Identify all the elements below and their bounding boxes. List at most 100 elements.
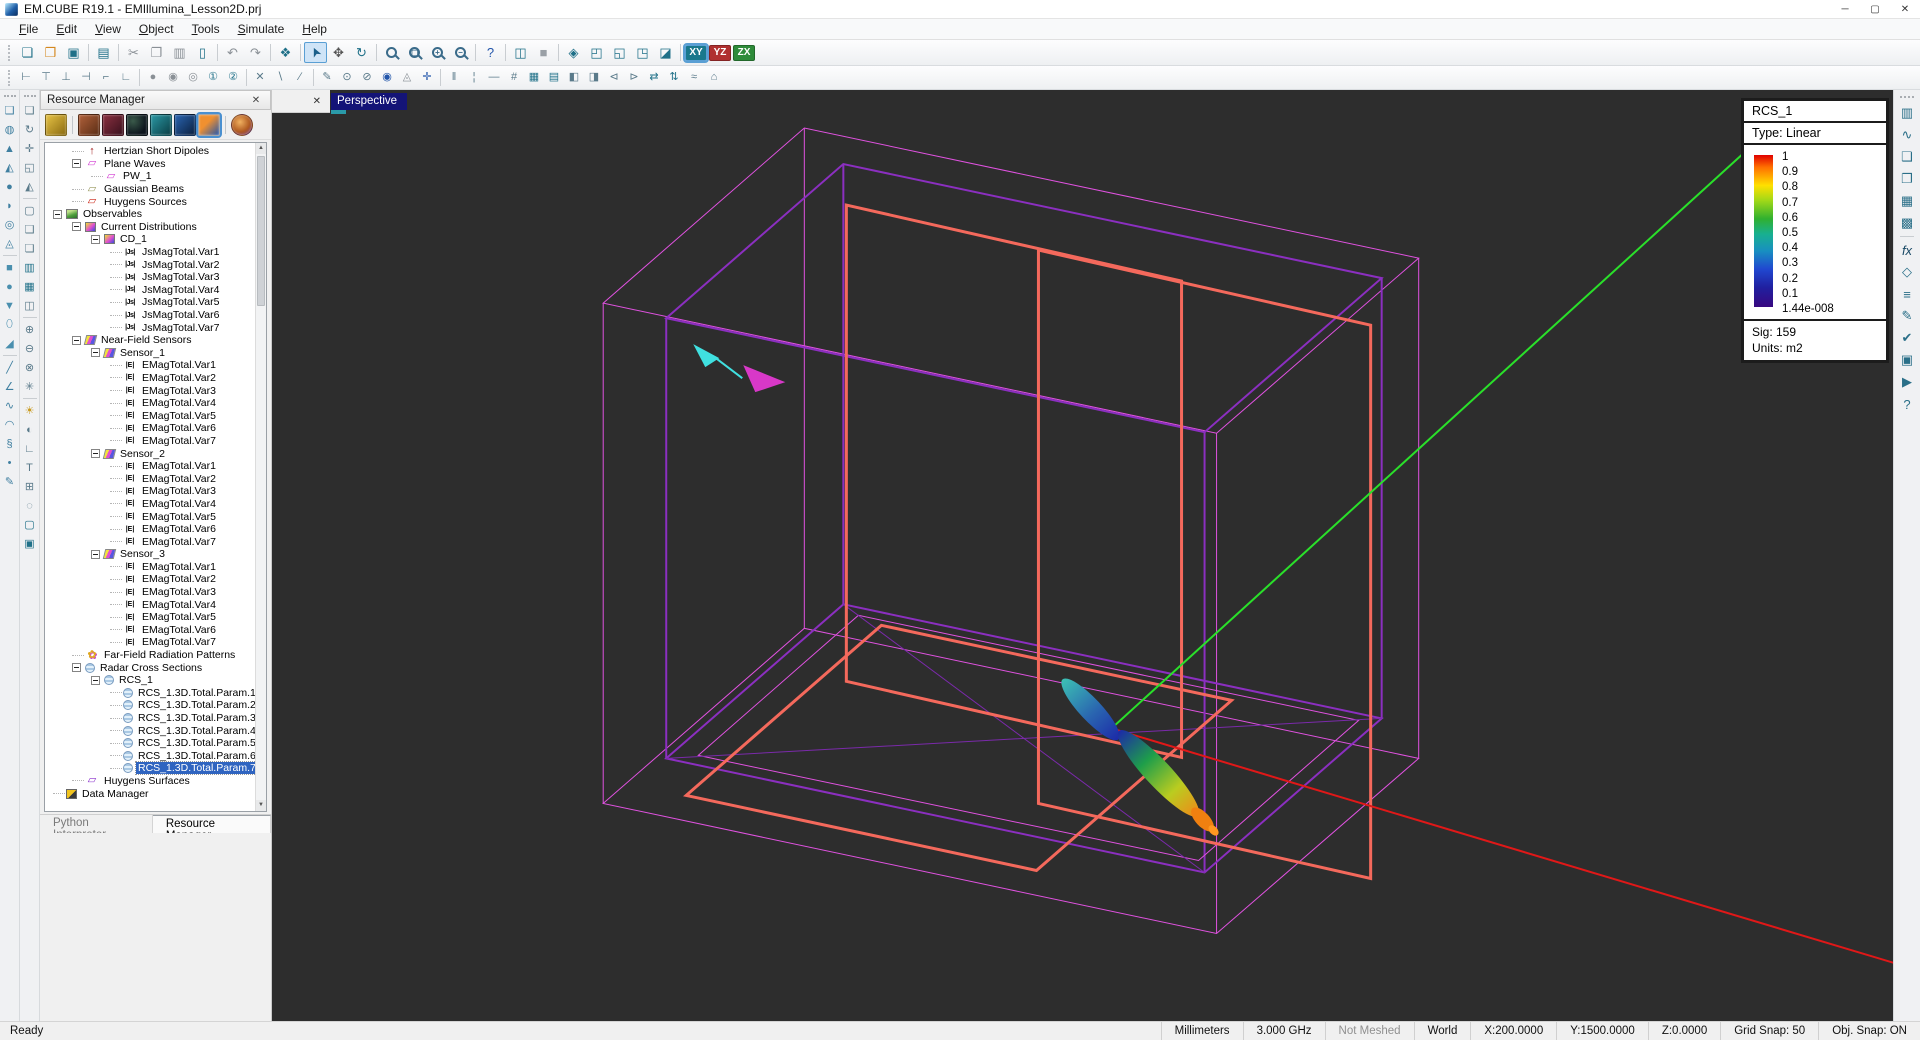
tree-item[interactable]: EMagTotal.Var7 xyxy=(45,535,255,548)
module-cubecad[interactable] xyxy=(150,114,172,136)
expander-minus-icon[interactable] xyxy=(72,222,81,231)
zx-plane-button[interactable]: ZX xyxy=(733,45,755,61)
shaded-mode-button[interactable]: ▣ xyxy=(21,534,39,553)
cut-button[interactable]: ✂ xyxy=(122,42,145,63)
tree-item[interactable]: PW_1 xyxy=(45,170,255,183)
module-propagation[interactable] xyxy=(78,114,100,136)
python-script-button[interactable]: ≡ xyxy=(1896,283,1918,305)
print-button[interactable]: ▤ xyxy=(92,42,115,63)
open-project-button[interactable]: ❒ xyxy=(39,42,62,63)
resource-manager-header[interactable]: Resource Manager ✕ xyxy=(40,90,271,110)
tree-item[interactable]: EMagTotal.Var7 xyxy=(45,636,255,649)
perspective-view-tab[interactable]: Perspective xyxy=(331,93,407,110)
viewport[interactable]: ✕ Perspective RCS_1 Type: Linear 10.90.8… xyxy=(272,90,1893,1021)
tree-item[interactable]: Gaussian Beams xyxy=(45,183,255,196)
parametric-sweep-button[interactable]: ◇ xyxy=(1896,261,1918,283)
xy-plane-button[interactable]: XY xyxy=(685,45,707,61)
view-side-button[interactable]: ◳ xyxy=(631,42,654,63)
draw-sphere-tool[interactable]: ● xyxy=(1,177,19,196)
tree-item[interactable]: Huygens Surfaces xyxy=(45,775,255,788)
module-fdtd[interactable] xyxy=(45,114,67,136)
annotate-button[interactable]: T xyxy=(21,458,39,477)
expander-minus-icon[interactable] xyxy=(91,235,100,244)
toolbar-grip[interactable] xyxy=(24,95,36,97)
tree-item[interactable]: EMagTotal.Var1 xyxy=(45,359,255,372)
draw-curve-tool[interactable]: ∿ xyxy=(1,396,19,415)
status-grid-snap-50[interactable]: Grid Snap: 50 xyxy=(1720,1022,1818,1040)
distance-h-button[interactable]: ‖ xyxy=(444,68,464,87)
ruler-button[interactable]: ― xyxy=(484,68,504,87)
swap-h-button[interactable]: ⇄ xyxy=(644,68,664,87)
maximize-button[interactable]: ▢ xyxy=(1860,0,1890,18)
expander-minus-icon[interactable] xyxy=(91,676,100,685)
draw-teardrop-tool[interactable]: ▼ xyxy=(1,296,19,315)
hide-object-button[interactable]: ◌ xyxy=(21,496,39,515)
cone-marker-button[interactable]: ◬ xyxy=(397,68,417,87)
table-view-button[interactable]: ▤ xyxy=(544,68,564,87)
align-top-button[interactable]: ⌐ xyxy=(96,68,116,87)
tree-item[interactable]: EMagTotal.Var6 xyxy=(45,422,255,435)
yz-plane-button[interactable]: YZ xyxy=(709,45,731,61)
redo-button[interactable]: ↷ xyxy=(244,42,267,63)
tree-item[interactable]: EMagTotal.Var2 xyxy=(45,372,255,385)
mirror-object-button[interactable]: ◭ xyxy=(21,177,39,196)
draw-torus-tool[interactable]: ◎ xyxy=(1,215,19,234)
tree-item[interactable]: RCS_1.3D.Total.Param.1 xyxy=(45,687,255,700)
merge-button[interactable]: ∕ xyxy=(290,68,310,87)
export-part-button[interactable]: ❏ xyxy=(21,101,39,120)
panel-left-button[interactable]: ◧ xyxy=(564,68,584,87)
save-button[interactable]: ▣ xyxy=(62,42,85,63)
tree-item[interactable]: Sensor_1 xyxy=(45,347,255,360)
viewport-2-button[interactable]: ② xyxy=(223,68,243,87)
menu-file[interactable]: File xyxy=(10,20,47,38)
project-notes-button[interactable]: ❖ xyxy=(274,42,297,63)
measure-angle-button[interactable]: ∟ xyxy=(21,439,39,458)
orbit-tool-button[interactable]: ↻ xyxy=(350,42,373,63)
boolean-subtract-button[interactable]: ⊖ xyxy=(21,339,39,358)
module-physical-optics[interactable] xyxy=(126,114,148,136)
tab-python-interpreter[interactable]: Python Interpreter xyxy=(40,815,153,833)
tree-item[interactable]: Plane Waves xyxy=(45,158,255,171)
output-functions-button[interactable]: fx xyxy=(1896,239,1918,261)
status-obj-snap-on[interactable]: Obj. Snap: ON xyxy=(1818,1022,1920,1040)
delete-button[interactable]: ▯ xyxy=(191,42,214,63)
tree-item[interactable]: EMagTotal.Var6 xyxy=(45,523,255,536)
home-view-button[interactable]: ⌂ xyxy=(704,68,724,87)
vertical-axis-button[interactable]: ✛ xyxy=(417,68,437,87)
draw-dome-tool[interactable]: ◗ xyxy=(1,196,19,215)
tree-item[interactable]: EMagTotal.Var6 xyxy=(45,624,255,637)
distance-v-button[interactable]: ¦ xyxy=(464,68,484,87)
view-perspective-button[interactable]: ◈ xyxy=(562,42,585,63)
expander-minus-icon[interactable] xyxy=(72,159,81,168)
grid-fine-button[interactable]: # xyxy=(504,68,524,87)
tree-item[interactable]: RCS_1.3D.Total.Param.2 xyxy=(45,699,255,712)
close-button[interactable]: ✕ xyxy=(1890,0,1920,18)
draw-cylinder-tool[interactable]: ◍ xyxy=(1,120,19,139)
tree-item[interactable]: RCS_1 xyxy=(45,674,255,687)
tree-item[interactable]: EMagTotal.Var4 xyxy=(45,397,255,410)
scrollbar-thumb[interactable] xyxy=(257,156,265,306)
menu-object[interactable]: Object xyxy=(130,20,183,38)
tree-item[interactable]: JsMagTotal.Var6 xyxy=(45,309,255,322)
circle-op-button[interactable]: ⊙ xyxy=(337,68,357,87)
boundary-box-wireframe[interactable] xyxy=(603,128,1418,933)
new-project-button[interactable]: ❏ xyxy=(16,42,39,63)
sphere-op-button[interactable]: ● xyxy=(143,68,163,87)
tree-item[interactable]: CD_1 xyxy=(45,233,255,246)
measure-ruler-button[interactable]: ▥ xyxy=(1896,102,1918,124)
tree-item[interactable]: Observables xyxy=(45,208,255,221)
animation-button[interactable]: ▶ xyxy=(1896,371,1918,393)
swap-v-button[interactable]: ⇅ xyxy=(664,68,684,87)
zoom-window-button[interactable]: ▢ xyxy=(403,42,426,63)
ungroup-button[interactable]: ❏ xyxy=(21,239,39,258)
tree-item[interactable]: EMagTotal.Var3 xyxy=(45,384,255,397)
tree-item[interactable]: EMagTotal.Var5 xyxy=(45,611,255,624)
slice-button[interactable]: ∖ xyxy=(270,68,290,87)
tree-item[interactable]: Hertzian Short Dipoles xyxy=(45,145,255,158)
module-visualization[interactable] xyxy=(231,114,253,136)
draw-line-tool[interactable]: ╱ xyxy=(1,358,19,377)
tree-item[interactable]: RCS_1.3D.Total.Param.3 xyxy=(45,712,255,725)
tree-item[interactable]: EMagTotal.Var4 xyxy=(45,598,255,611)
legend-panel[interactable]: RCS_1 Type: Linear 10.90.80.70.60.50.40.… xyxy=(1741,98,1889,363)
draw-circle-tool[interactable]: ● xyxy=(1,277,19,296)
